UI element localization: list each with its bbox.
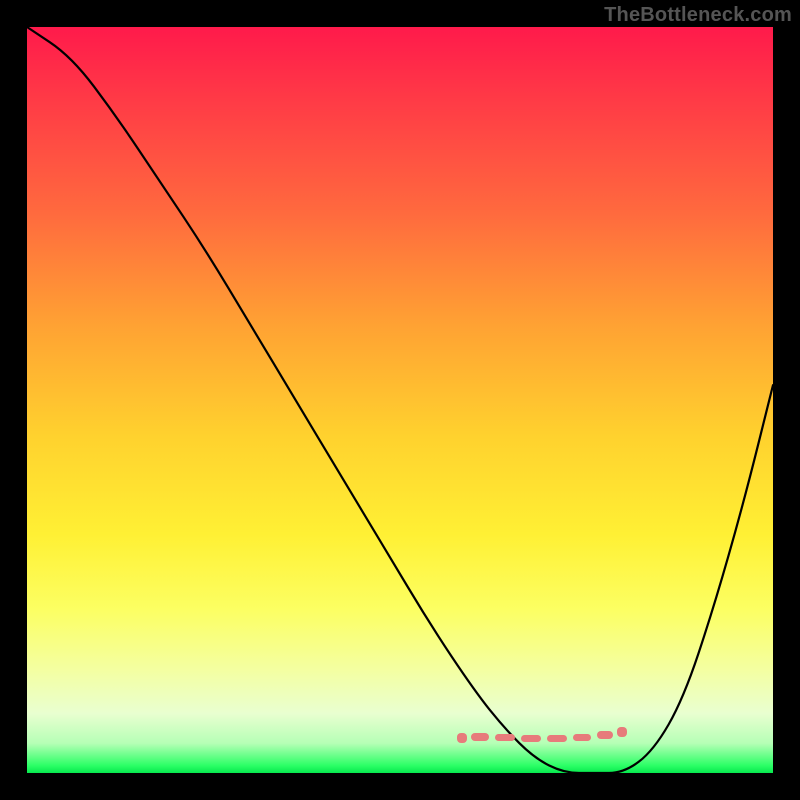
marker-seg	[573, 734, 591, 741]
marker-seg	[521, 735, 541, 742]
plot-area	[27, 27, 773, 773]
bottleneck-curve	[27, 27, 773, 773]
marker-seg	[547, 735, 567, 742]
marker-seg	[495, 734, 515, 741]
marker-dot	[457, 733, 467, 743]
ideal-range-marker	[457, 727, 647, 739]
marker-seg	[597, 731, 613, 739]
attribution-label: TheBottleneck.com	[604, 4, 792, 27]
marker-seg	[471, 733, 489, 741]
chart-frame: TheBottleneck.com	[0, 0, 800, 800]
curve-path	[27, 27, 773, 773]
marker-dot	[617, 727, 627, 737]
